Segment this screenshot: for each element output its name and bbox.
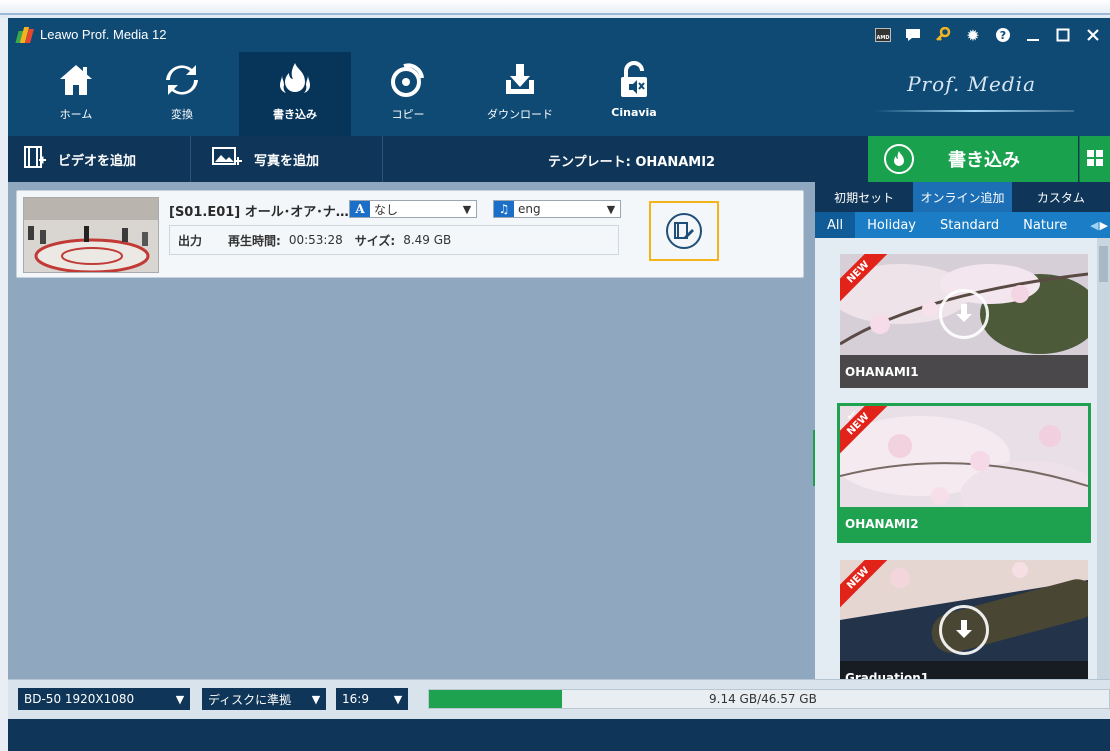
nav-convert[interactable]: 変換 [146, 52, 218, 136]
burn-icon [276, 60, 314, 100]
video-item[interactable]: [S01.E01] オール･オア･ナ… A なし ▼ ♫ eng ▼ 出力 再生… [16, 190, 804, 278]
toolbar: ビデオを追加 写真を追加 テンプレート: OHANAMI2 書き込み [8, 136, 1110, 182]
video-info: 出力 再生時間: 00:53:28 サイズ: 8.49 GB [169, 225, 619, 255]
template-tabs: 初期セット オンライン追加 カスタム [815, 182, 1110, 212]
check-icon: ✓ [846, 408, 858, 424]
chevron-down-icon: ▼ [393, 692, 403, 706]
main-nav: ホーム 変換 書き込み コピー ダウンロード Cinavia Prof. Med… [8, 52, 1110, 136]
category-bar: All Holiday Standard Nature ◀ ▶ [815, 212, 1110, 238]
video-thumbnail[interactable] [23, 197, 159, 273]
edit-video-icon [666, 213, 702, 249]
add-photo-button[interactable]: 写真を追加 [212, 136, 319, 182]
music-note-icon: ♫ [494, 201, 514, 217]
chat-icon[interactable] [900, 23, 926, 47]
add-video-button[interactable]: ビデオを追加 [24, 136, 136, 182]
gear-icon[interactable]: ✹ [960, 23, 986, 47]
subtitle-icon: A [350, 201, 370, 217]
download-circle-icon[interactable] [939, 604, 989, 655]
template-card-selected[interactable]: NEW ✓ OHANAMI2 [837, 403, 1091, 543]
amd-icon[interactable]: AMD [870, 23, 896, 47]
category-nature[interactable]: Nature [1011, 212, 1079, 238]
capacity-fill [429, 690, 563, 708]
video-title: [S01.E01] オール･オア･ナ… [169, 205, 349, 220]
nav-cinavia[interactable]: Cinavia [598, 52, 670, 136]
cinavia-icon [618, 60, 650, 100]
desktop-strip [0, 0, 1110, 18]
chevron-right-icon[interactable]: ▶ [1100, 219, 1108, 232]
tab-online[interactable]: オンライン追加 [913, 182, 1012, 212]
film-add-icon [24, 146, 46, 172]
brand-underline [874, 110, 1074, 112]
close-icon[interactable] [1080, 23, 1106, 47]
photo-add-icon [212, 147, 242, 171]
chevron-down-icon: ▼ [606, 202, 616, 216]
download-icon [502, 60, 538, 100]
edit-button[interactable] [649, 201, 719, 261]
template-name: OHANAMI2 [840, 507, 1088, 540]
nav-burn[interactable]: 書き込み [239, 52, 351, 136]
grid-view-button[interactable] [1079, 136, 1110, 182]
title-bar: Leawo Prof. Media 12 AMD ✹ ? [8, 18, 1110, 52]
brand-logo: Prof. Media [907, 72, 1036, 96]
template-card[interactable]: NEW Graduation1 [840, 560, 1088, 679]
capacity-bar: 9.14 GB/46.57 GB [428, 689, 1110, 709]
category-holiday[interactable]: Holiday [855, 212, 928, 238]
capacity-text: 9.14 GB/46.57 GB [709, 692, 817, 706]
subtitle-select[interactable]: A なし ▼ [349, 200, 477, 218]
flame-icon [884, 144, 914, 174]
scrollbar-thumb[interactable] [1099, 246, 1108, 282]
template-name: Graduation1 [840, 661, 1088, 679]
burn-button[interactable]: 書き込み [868, 136, 1078, 182]
chevron-down-icon: ▼ [175, 692, 185, 706]
category-standard[interactable]: Standard [928, 212, 1011, 238]
fit-mode-select[interactable]: ディスクに準拠 ▼ [202, 688, 326, 710]
maximize-icon[interactable] [1050, 23, 1076, 47]
download-circle-icon[interactable] [939, 289, 989, 340]
convert-icon [164, 60, 200, 100]
nav-download[interactable]: ダウンロード [478, 52, 562, 136]
copy-icon [390, 60, 426, 100]
chevron-left-icon[interactable]: ◀ [1090, 219, 1098, 232]
footer-bar [8, 719, 1110, 751]
key-icon[interactable] [930, 23, 956, 47]
chevron-down-icon: ▼ [311, 692, 321, 706]
app-title: Leawo Prof. Media 12 [40, 27, 167, 42]
nav-copy[interactable]: コピー [372, 52, 444, 136]
tab-presets[interactable]: 初期セット [815, 182, 913, 212]
toolbar-divider [382, 136, 383, 182]
help-icon[interactable]: ? [990, 23, 1016, 47]
nav-home[interactable]: ホーム [40, 52, 112, 136]
template-name: OHANAMI1 [840, 355, 1088, 388]
audio-select[interactable]: ♫ eng ▼ [493, 200, 621, 218]
template-card[interactable]: NEW OHANAMI1 [840, 254, 1088, 388]
template-name: テンプレート: OHANAMI2 [548, 155, 716, 170]
status-bar: BD-50 1920X1080 ▼ ディスクに準拠 ▼ 16:9 ▼ 9.14 … [8, 679, 1110, 719]
app-logo-icon [15, 27, 34, 43]
minimize-icon[interactable] [1020, 23, 1046, 47]
grid-icon [1087, 149, 1103, 169]
app-window: Leawo Prof. Media 12 AMD ✹ ? ホーム 変換 書き込み… [8, 18, 1110, 751]
toolbar-divider [190, 136, 191, 182]
template-scrollbar[interactable] [1097, 238, 1110, 679]
svg-text:?: ? [1000, 29, 1006, 42]
template-panel: 初期セット オンライン追加 カスタム All Holiday Standard … [815, 182, 1110, 679]
template-list: NEW OHANAMI1 NEW ✓ OHANAMI2 NEW Graduati… [815, 238, 1110, 679]
category-all[interactable]: All [815, 212, 856, 238]
chevron-down-icon: ▼ [462, 202, 472, 216]
tab-custom[interactable]: カスタム [1012, 182, 1110, 212]
aspect-ratio-select[interactable]: 16:9 ▼ [336, 688, 408, 710]
home-icon [58, 60, 94, 100]
disc-type-select[interactable]: BD-50 1920X1080 ▼ [18, 688, 190, 710]
